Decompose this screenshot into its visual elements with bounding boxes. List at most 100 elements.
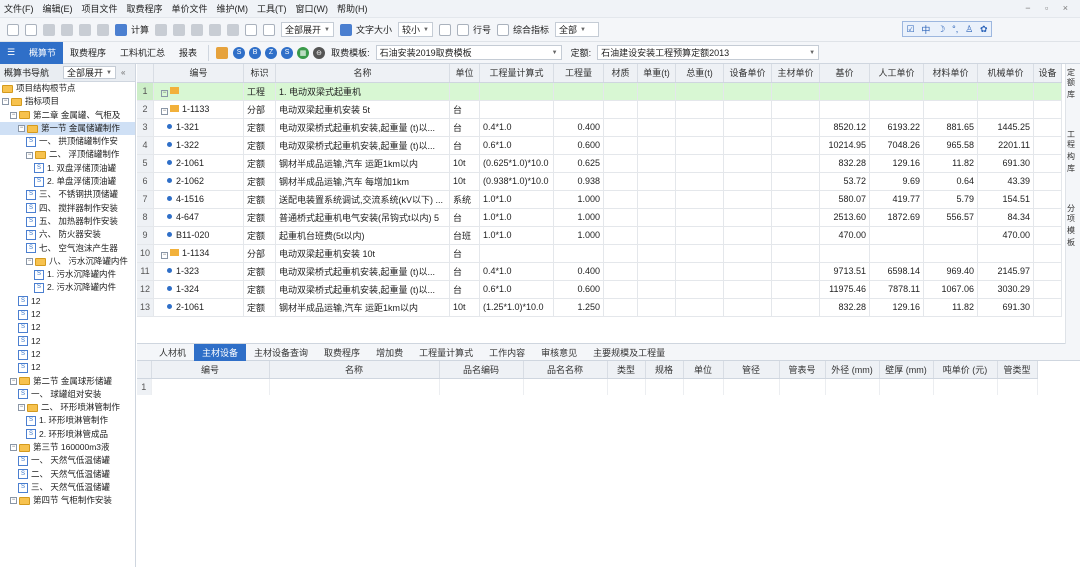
collapse-toggle-icon[interactable]: −: [18, 125, 25, 133]
table-cell[interactable]: [439, 378, 524, 395]
tree-node[interactable]: S 七、 空气泡沫产生器: [0, 242, 135, 255]
menu-edit[interactable]: 编辑(E): [43, 2, 73, 15]
insert-child-icon[interactable]: [263, 23, 276, 36]
cell-base[interactable]: 832.28: [819, 154, 871, 173]
cell-name[interactable]: 电动双梁桥式起重机安装,起重量 (t)以...: [275, 118, 451, 137]
table-cell[interactable]: [683, 378, 724, 395]
cell-qty[interactable]: 1.000: [553, 208, 605, 227]
cell-code[interactable]: 4-1516: [153, 190, 245, 209]
menu-file[interactable]: 文件(F): [4, 2, 34, 15]
cell-mach[interactable]: 470.00: [977, 226, 1035, 245]
cell-formula[interactable]: 0.4*1.0: [479, 118, 555, 137]
tree-node[interactable]: S 二、 天然气低温储罐: [0, 468, 135, 481]
cell-empty[interactable]: [675, 118, 725, 137]
cell-flag[interactable]: 定额: [243, 136, 277, 155]
tree-node[interactable]: S 五、 加热器制作安装: [0, 215, 135, 228]
cell-base[interactable]: 470.00: [819, 226, 871, 245]
fee-template-select[interactable]: 石油安装2019取费模板 ▼: [375, 45, 562, 60]
column-header[interactable]: 名称: [275, 64, 451, 83]
cell-mat[interactable]: 0.64: [923, 172, 979, 191]
detail-tab[interactable]: 人材机: [151, 344, 194, 361]
table-row[interactable]: 6 2-1062 定额 钢材半成品运输,汽车 每增加1km 10t (0.938*1.0)…: [137, 172, 1063, 191]
cell-empty[interactable]: [637, 172, 677, 191]
column-header[interactable]: 品名编码: [439, 361, 524, 379]
collapse-toggle-icon[interactable]: −: [161, 251, 169, 259]
collapse-toggle-icon[interactable]: −: [2, 98, 9, 106]
table-row[interactable]: 5 2-1061 定额 钢材半成品运输,汽车 运距1km以内 10t (0.625*1.0…: [137, 154, 1063, 173]
cell-empty[interactable]: [1033, 82, 1063, 101]
cell-flag[interactable]: 定额: [243, 154, 277, 173]
cell-unit[interactable]: [449, 82, 481, 101]
cell-labor[interactable]: 6193.22: [869, 118, 925, 137]
row-no-toggle[interactable]: 行号: [473, 23, 491, 36]
cell-flag[interactable]: 定额: [243, 298, 277, 317]
cell-empty[interactable]: [675, 190, 725, 209]
cell-mach[interactable]: 154.51: [977, 190, 1035, 209]
menu-icon[interactable]: ☰: [0, 41, 22, 64]
cell-base[interactable]: 2513.60: [819, 208, 871, 227]
cell-empty[interactable]: [603, 172, 639, 191]
checkbox-icon[interactable]: [456, 23, 469, 36]
indent-up-icon[interactable]: [209, 23, 222, 36]
cell-mach[interactable]: 2145.97: [977, 262, 1035, 281]
cell-mat[interactable]: 556.57: [923, 208, 979, 227]
cell-mat[interactable]: 5.79: [923, 190, 979, 209]
cell-qty[interactable]: 0.400: [553, 262, 605, 281]
cell-empty[interactable]: [603, 100, 639, 119]
menu-maintain[interactable]: 维护(M): [217, 2, 249, 15]
tree-node[interactable]: S 一、 拱顶储罐制作安: [0, 135, 135, 148]
table-row[interactable]: 7 4-1516 定额 送配电装置系统调试,交流系统(kV以下) ... 系统 1.0*1…: [137, 190, 1063, 209]
cell-mat[interactable]: [923, 226, 979, 245]
chart-icon[interactable]: [216, 46, 229, 59]
cell-qty[interactable]: [553, 100, 605, 119]
collapse-toggle-icon[interactable]: −: [10, 111, 17, 119]
collapse-toggle-icon[interactable]: −: [26, 151, 33, 159]
column-header[interactable]: [137, 64, 155, 83]
cell-empty[interactable]: [1033, 208, 1063, 227]
detail-tab[interactable]: 主材设备: [194, 343, 247, 361]
cell-empty[interactable]: [771, 298, 821, 317]
cell-base[interactable]: 8520.12: [819, 118, 871, 137]
cell-empty[interactable]: [723, 208, 773, 227]
row-icon[interactable]: [438, 23, 451, 36]
cell-empty[interactable]: [723, 190, 773, 209]
cell-empty[interactable]: [637, 262, 677, 281]
ime-panel[interactable]: ☑ 中 ☽ °, ♙ ✿: [902, 21, 992, 37]
cell-empty[interactable]: [603, 208, 639, 227]
tree-node[interactable]: S 2. 环形喷淋管成品: [0, 428, 135, 441]
detail-tab[interactable]: 工程量计算式: [411, 344, 481, 361]
cell-code[interactable]: − 1-1133: [153, 100, 245, 119]
cell-empty[interactable]: [675, 244, 725, 263]
column-header[interactable]: 人工单价: [869, 64, 925, 83]
cell-empty[interactable]: [637, 298, 677, 317]
column-header[interactable]: 材质: [603, 64, 639, 83]
tree-node[interactable]: S 一、 球罐组对安装: [0, 388, 135, 401]
cell-empty[interactable]: [637, 154, 677, 173]
cell-empty[interactable]: [603, 154, 639, 173]
cell-labor[interactable]: 129.16: [869, 154, 925, 173]
cell-empty[interactable]: [603, 262, 639, 281]
composite-icon[interactable]: [496, 23, 509, 36]
tree-node[interactable]: − 第二节 金属球形储罐: [0, 375, 135, 388]
tree-node[interactable]: − 第二章 金属罐、气柜及: [0, 109, 135, 122]
tree-node[interactable]: S 1. 污水沉降罐内件: [0, 268, 135, 281]
right-side-panel[interactable]: 定额库工程构库分项模板: [1067, 64, 1080, 567]
cell-formula[interactable]: 1.0*1.0: [479, 226, 555, 245]
detail-tab[interactable]: 主材设备查询: [246, 344, 316, 361]
collapse-toggle-icon[interactable]: −: [161, 89, 169, 97]
column-header[interactable]: 材料单价: [923, 64, 979, 83]
cell-unit[interactable]: 台: [449, 208, 481, 227]
cell-name[interactable]: 电动双梁起重机安装 10t: [275, 244, 451, 263]
copy-icon[interactable]: [79, 23, 91, 36]
cell-empty[interactable]: [723, 118, 773, 137]
cell-empty[interactable]: [1033, 136, 1063, 155]
cell-unit[interactable]: 系统: [449, 190, 481, 209]
column-header[interactable]: 设备: [1033, 64, 1063, 83]
cell-empty[interactable]: [637, 244, 677, 263]
tree-node[interactable]: S 12: [0, 321, 135, 334]
filter-icon[interactable]: [339, 23, 352, 36]
save-icon[interactable]: [43, 23, 55, 36]
menu-fee-program[interactable]: 取费程序: [127, 2, 163, 15]
cell-unit[interactable]: 台: [449, 280, 481, 299]
cell-code[interactable]: 2-1062: [153, 172, 245, 191]
